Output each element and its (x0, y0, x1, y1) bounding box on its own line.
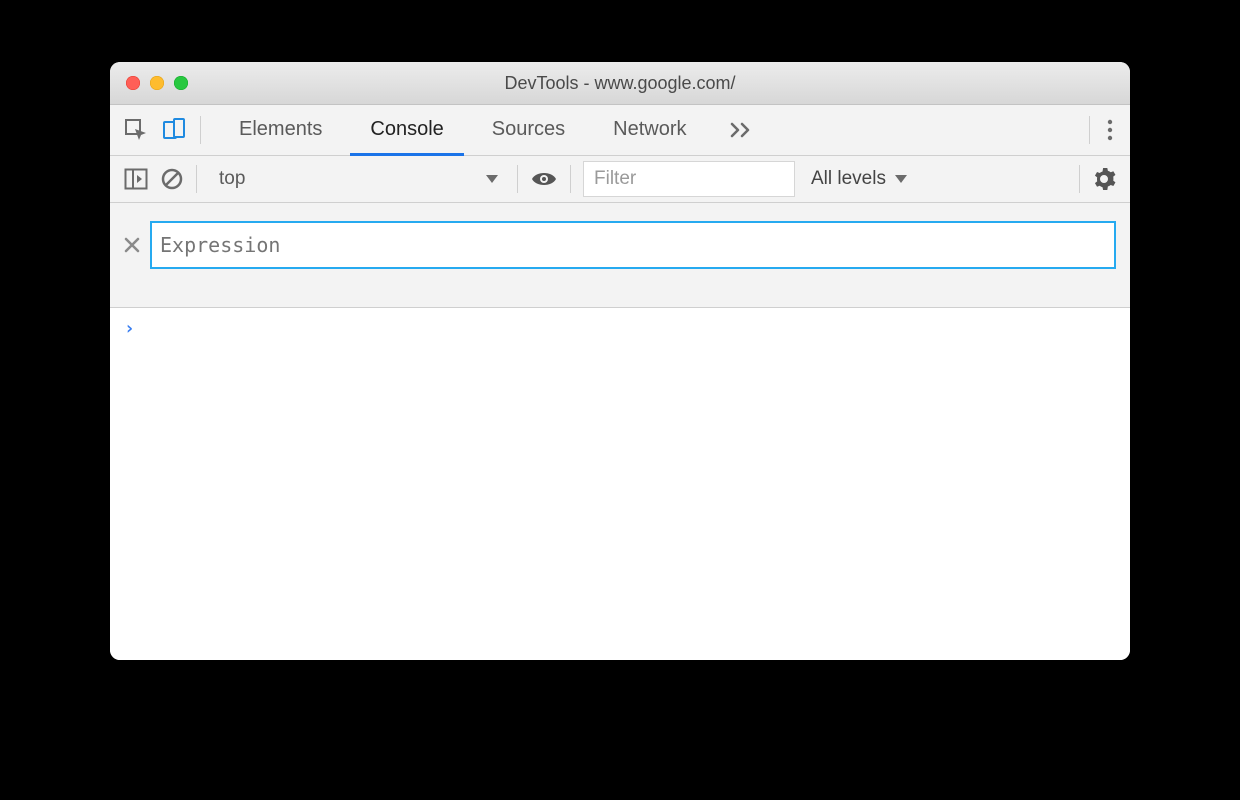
dropdown-triangle-icon (485, 173, 499, 185)
panel-tabs: Elements Console Sources Network (201, 105, 1089, 155)
window-controls (110, 76, 188, 90)
inspect-element-icon[interactable] (124, 118, 148, 142)
separator (570, 165, 571, 193)
execution-context-label: top (219, 168, 245, 190)
console-filter-input[interactable] (583, 161, 795, 197)
tab-console[interactable]: Console (350, 105, 463, 156)
execution-context-selector[interactable]: top (209, 164, 505, 194)
separator (1079, 165, 1080, 193)
log-levels-selector[interactable]: All levels (807, 168, 912, 190)
toggle-console-sidebar-icon[interactable] (124, 168, 148, 190)
tab-network[interactable]: Network (593, 105, 706, 156)
dropdown-triangle-icon (894, 173, 908, 185)
kebab-menu-icon[interactable] (1106, 118, 1114, 142)
more-tabs-button[interactable] (715, 105, 767, 155)
live-expression-input[interactable] (150, 221, 1116, 269)
devtools-window: DevTools - www.google.com/ Elements Cons… (110, 62, 1130, 660)
tab-elements[interactable]: Elements (219, 105, 342, 156)
chevrons-right-icon (729, 120, 753, 140)
separator (196, 165, 197, 193)
window-titlebar: DevTools - www.google.com/ (110, 62, 1130, 105)
console-toolbar: top All levels (110, 156, 1130, 203)
minimize-window-button[interactable] (150, 76, 164, 90)
live-expression-bar (110, 203, 1130, 308)
zoom-window-button[interactable] (174, 76, 188, 90)
eye-icon[interactable] (530, 169, 558, 189)
clear-console-icon[interactable] (160, 167, 184, 191)
window-title: DevTools - www.google.com/ (110, 73, 1130, 94)
log-levels-label: All levels (811, 168, 886, 190)
close-window-button[interactable] (126, 76, 140, 90)
console-settings-gear-icon[interactable] (1092, 167, 1116, 191)
close-icon[interactable] (124, 237, 140, 253)
separator (517, 165, 518, 193)
device-toolbar-icon[interactable] (162, 118, 186, 142)
console-prompt-caret: › (124, 318, 135, 339)
tab-sources[interactable]: Sources (472, 105, 585, 156)
console-output-area[interactable]: › (110, 308, 1130, 660)
panel-tabbar: Elements Console Sources Network (110, 105, 1130, 156)
